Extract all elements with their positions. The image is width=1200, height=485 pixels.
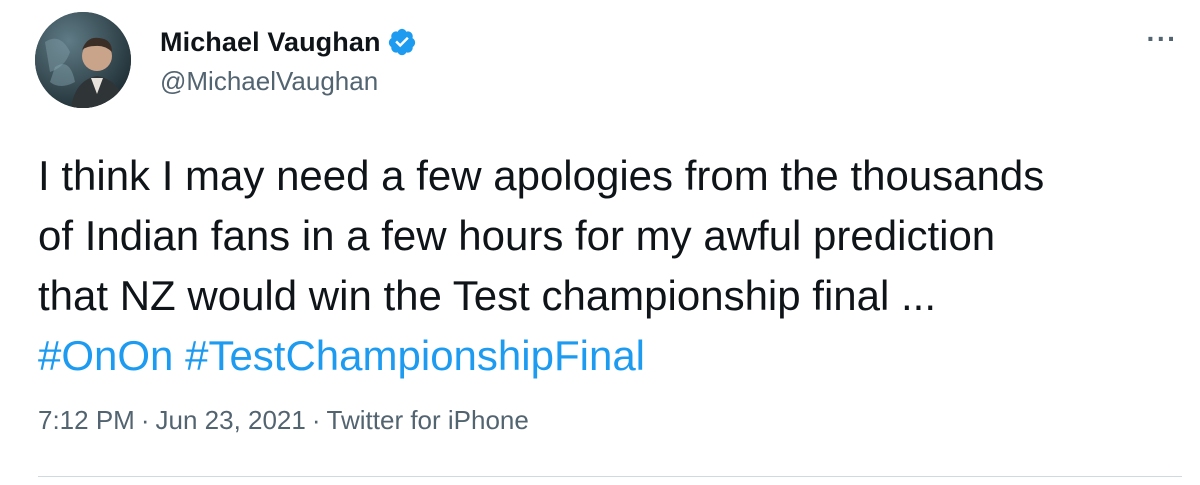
- more-options-button[interactable]: ···: [1142, 23, 1182, 54]
- author-display-name[interactable]: Michael Vaughan: [160, 27, 381, 58]
- tweet-author[interactable]: Michael Vaughan @MichaelVaughan: [160, 24, 417, 97]
- hashtag-link[interactable]: #OnOn: [38, 332, 173, 379]
- tweet-text-line: of Indian fans in a few hours for my awf…: [38, 212, 996, 259]
- tweet-metadata: 7:12 PM · Jun 23, 2021 · Twitter for iPh…: [38, 405, 529, 436]
- avatar[interactable]: [35, 12, 131, 108]
- separator-dot: ·: [140, 405, 150, 435]
- tweet-text-line: I think I may need a few apologies from …: [38, 152, 1045, 199]
- more-horizontal-icon: ···: [1146, 23, 1178, 54]
- tweet-text-line: that NZ would win the Test championship …: [38, 272, 937, 319]
- tweet-source-link[interactable]: Twitter for iPhone: [327, 405, 529, 436]
- separator-dot: ·: [311, 405, 321, 435]
- tweet-date[interactable]: Jun 23, 2021: [156, 405, 306, 436]
- tweet-time[interactable]: 7:12 PM: [38, 405, 135, 436]
- hashtag-line: #OnOn #TestChampionshipFinal: [38, 326, 1178, 386]
- tweet-text: I think I may need a few apologies from …: [38, 146, 1178, 386]
- author-handle[interactable]: @MichaelVaughan: [160, 66, 417, 97]
- tweet-card: Michael Vaughan @MichaelVaughan ··· I th…: [0, 0, 1200, 485]
- verified-badge-icon: [387, 27, 417, 57]
- profile-photo-icon: [35, 12, 131, 108]
- divider: [38, 476, 1182, 477]
- hashtag-link[interactable]: #TestChampionshipFinal: [185, 332, 645, 379]
- author-name-row: Michael Vaughan: [160, 24, 417, 60]
